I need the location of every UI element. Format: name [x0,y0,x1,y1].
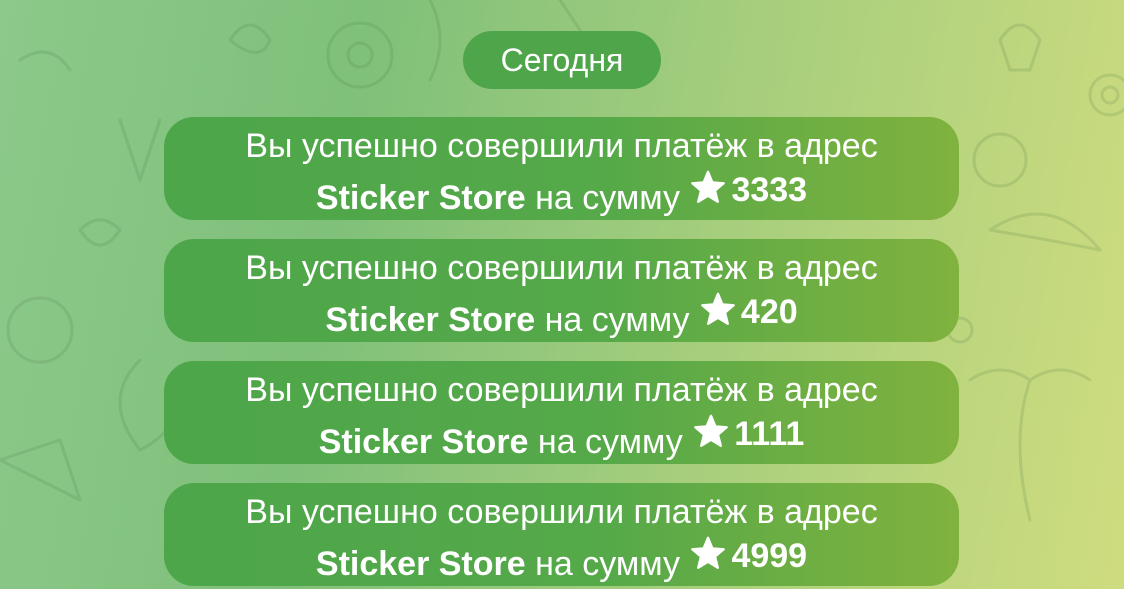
message-text: Вы успешно совершили платёж в адрес [245,371,878,409]
star-icon [691,170,726,203]
message-text: Вы успешно совершили платёж в адрес [245,249,878,287]
recipient-name[interactable]: Sticker Store [325,301,535,339]
amount-label: на сумму [535,179,680,217]
amount-label: на сумму [537,423,683,461]
date-label: Сегодня [500,42,624,78]
recipient-name[interactable]: Sticker Store [316,545,526,583]
service-message[interactable]: Вы успешно совершили платёж в адрес Stic… [164,117,959,220]
amount-label: на сумму [544,301,690,339]
message-text: Вы успешно совершили платёж в адрес [245,127,878,165]
amount-value: 4999 [731,537,808,575]
amount-label: на сумму [535,545,680,583]
service-message[interactable]: Вы успешно совершили платёж в адрес Stic… [164,361,959,464]
service-message[interactable]: Вы успешно совершили платёж в адрес Stic… [164,239,959,342]
service-message[interactable]: Вы успешно совершили платёж в адрес Stic… [164,483,959,586]
recipient-name[interactable]: Sticker Store [316,179,526,217]
star-icon [701,292,735,325]
amount-value: 420 [740,293,798,331]
star-icon [694,414,729,447]
amount-value: 1111 [734,415,805,453]
recipient-name[interactable]: Sticker Store [319,423,529,461]
message-text: Вы успешно совершили платёж в адрес [245,493,878,531]
amount-value: 3333 [731,171,808,209]
date-separator: Сегодня [463,31,661,89]
star-icon [691,536,726,569]
